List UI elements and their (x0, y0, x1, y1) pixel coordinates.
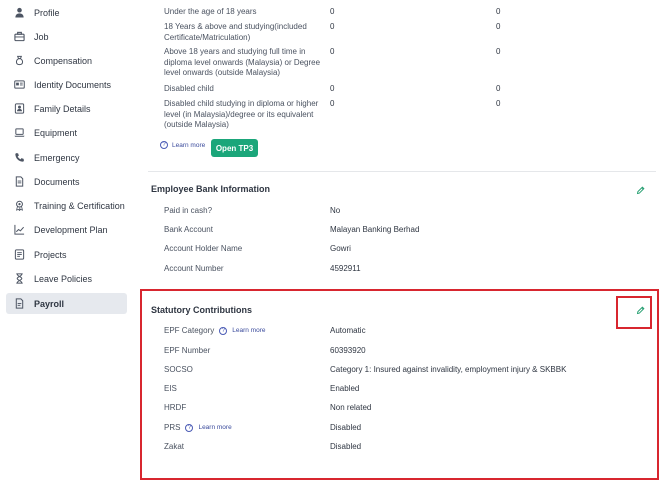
divider (148, 171, 656, 172)
learn-more-link[interactable]: Learn more (198, 424, 231, 431)
payroll-doc-icon (12, 297, 26, 311)
bank-field-value: Malayan Banking Berhad (330, 225, 420, 234)
sidebar: Profile Job Compensation Identity Docume… (0, 0, 134, 482)
tp3-row-value: 0 (496, 22, 501, 31)
prs-label: PRS (164, 423, 181, 432)
tp3-row-value: 0 (496, 47, 501, 56)
money-bag-icon (12, 54, 26, 68)
bank-field-value: Gowri (330, 244, 351, 253)
sidebar-item-training-certification[interactable]: Training & Certification (6, 195, 127, 216)
payroll-panel: Under the age of 18 years 0 0 18 Years &… (134, 0, 670, 482)
tp3-row-label: Disabled child studying in diploma or hi… (164, 99, 319, 129)
highlight-box (140, 289, 659, 480)
laptop-icon (12, 126, 26, 140)
pencil-icon[interactable] (634, 304, 646, 316)
tp3-row-value: 0 (330, 47, 335, 56)
phone-icon (12, 151, 26, 165)
learn-more-link[interactable]: Learn more (172, 142, 205, 149)
statutory-field-label: PRS ? Learn more (164, 423, 232, 432)
sidebar-item-projects[interactable]: Projects (6, 244, 127, 265)
sidebar-item-compensation[interactable]: Compensation (6, 50, 127, 71)
sidebar-item-label: Compensation (34, 55, 93, 66)
tp3-row-value: 0 (330, 84, 335, 93)
statutory-field-label: EIS (164, 384, 177, 393)
person-icon (12, 6, 26, 20)
open-tp3-button[interactable]: Open TP3 (211, 139, 258, 157)
statutory-field-label: EPF Category ? Learn more (164, 326, 266, 335)
sidebar-item-job[interactable]: Job (6, 26, 127, 47)
sidebar-item-label: Training & Certification (34, 200, 125, 211)
hourglass-icon (12, 272, 26, 286)
tp3-row-value: 0 (330, 22, 335, 31)
statutory-field-value: Non related (330, 403, 372, 412)
sidebar-item-profile[interactable]: Profile (6, 2, 127, 23)
bank-field-label: Account Number (164, 264, 224, 273)
sidebar-item-documents[interactable]: Documents (6, 171, 127, 192)
statutory-field-value: Disabled (330, 423, 362, 432)
tp3-row-value: 0 (496, 7, 501, 16)
epf-category-label: EPF Category (164, 326, 215, 335)
bank-field-value: 4592911 (330, 264, 361, 273)
sidebar-item-label: Identity Documents (34, 79, 112, 90)
tp3-learn-more[interactable]: ? Learn more (160, 141, 205, 149)
question-circle-icon: ? (160, 141, 168, 149)
trend-chart-icon (12, 223, 26, 237)
sidebar-item-label: Documents (34, 176, 80, 187)
statutory-field-label: EPF Number (164, 346, 211, 355)
tp3-row-value: 0 (496, 99, 501, 108)
tp3-row-label: Under the age of 18 years (164, 7, 257, 16)
tp3-row-value: 0 (330, 7, 335, 16)
sidebar-item-label: Equipment (34, 127, 78, 138)
sidebar-item-identity-documents[interactable]: Identity Documents (6, 74, 127, 95)
statutory-field-value: Enabled (330, 384, 360, 393)
sidebar-item-label: Leave Policies (34, 273, 93, 284)
sidebar-item-emergency[interactable]: Emergency (6, 147, 127, 168)
sidebar-item-equipment[interactable]: Equipment (6, 122, 127, 143)
document-icon (12, 175, 26, 189)
pencil-icon[interactable] (634, 184, 646, 196)
tp3-row-label: Disabled child (164, 84, 214, 93)
sidebar-item-family-details[interactable]: Family Details (6, 98, 127, 119)
bank-field-label: Account Holder Name (164, 244, 243, 253)
bank-field-label: Bank Account (164, 225, 213, 234)
sidebar-item-label: Job (34, 31, 49, 42)
sidebar-item-label: Projects (34, 249, 67, 260)
bank-field-label: Paid in cash? (164, 206, 213, 215)
tp3-row-label: 18 Years & above and studying(included C… (164, 22, 307, 42)
sidebar-item-development-plan[interactable]: Development Plan (6, 219, 127, 240)
briefcase-icon (12, 30, 26, 44)
tp3-row-value: 0 (330, 99, 335, 108)
statutory-field-value: Category 1: Insured against invalidity, … (330, 365, 567, 374)
question-circle-icon[interactable]: ? (219, 326, 228, 335)
sidebar-item-leave-policies[interactable]: Leave Policies (6, 268, 127, 289)
bank-field-value: No (330, 206, 341, 215)
sidebar-item-label: Payroll (34, 298, 65, 309)
bank-section-title: Employee Bank Information (151, 184, 271, 194)
award-icon (12, 199, 26, 213)
statutory-field-value: 60393920 (330, 346, 366, 355)
question-circle-icon[interactable]: ? (185, 423, 194, 432)
id-card-icon (12, 78, 26, 92)
statutory-field-value: Disabled (330, 442, 362, 451)
sidebar-item-label: Family Details (34, 103, 91, 114)
tp3-row-label: Above 18 years and studying full time in… (164, 47, 321, 77)
sidebar-item-payroll[interactable]: Payroll (6, 293, 127, 314)
learn-more-link[interactable]: Learn more (232, 327, 265, 334)
statutory-field-label: SOCSO (164, 365, 193, 374)
sidebar-item-label: Profile (34, 7, 60, 18)
tp3-row-value: 0 (496, 84, 501, 93)
family-icon (12, 102, 26, 116)
statutory-field-value: Automatic (330, 326, 366, 335)
statutory-section-title: Statutory Contributions (151, 305, 252, 315)
projects-icon (12, 248, 26, 262)
sidebar-item-label: Emergency (34, 152, 80, 163)
sidebar-item-label: Development Plan (34, 224, 108, 235)
statutory-field-label: Zakat (164, 442, 185, 451)
statutory-field-label: HRDF (164, 403, 187, 412)
